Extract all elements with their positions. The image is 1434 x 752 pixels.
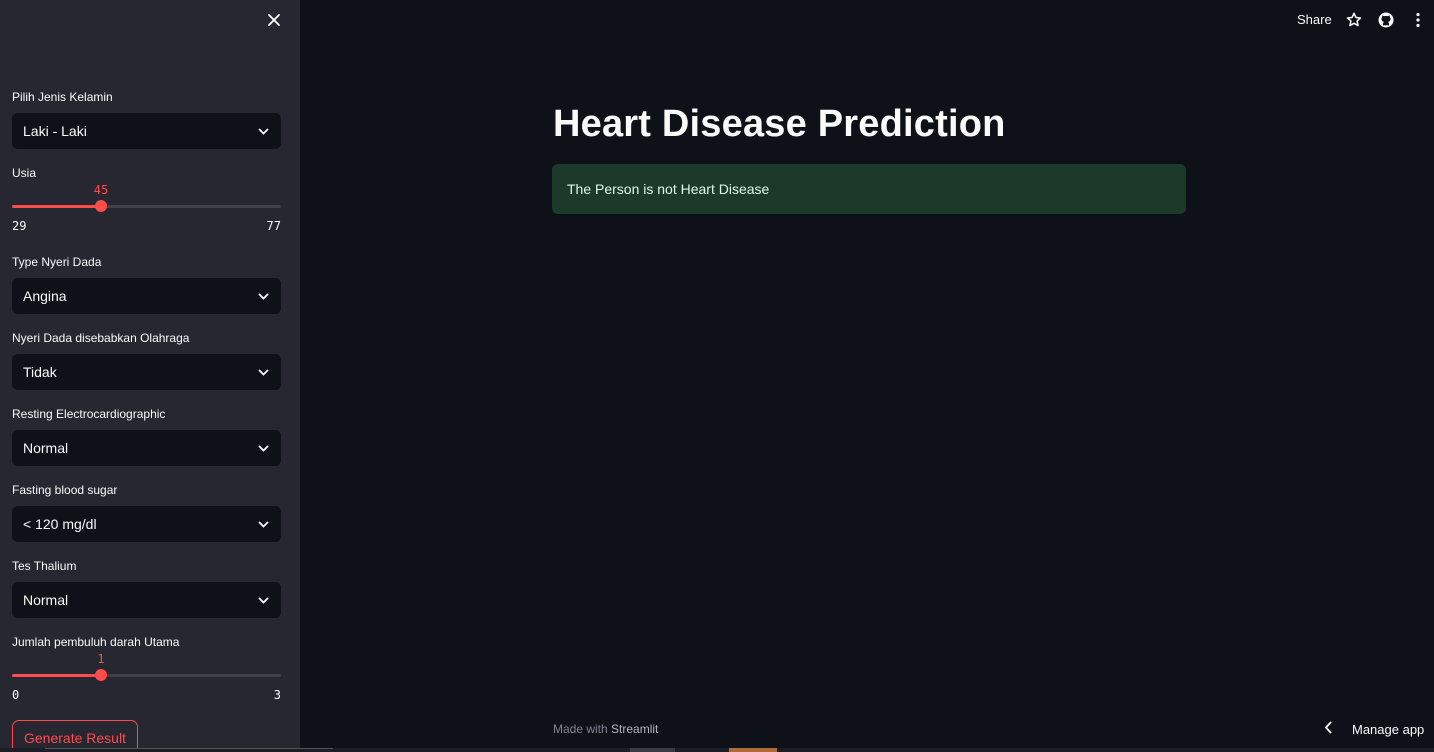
usia-field: Usia 45 29 77 [12,165,281,233]
resting-ecg-field: Resting Electrocardiographic Normal [12,406,281,466]
more-vertical-icon[interactable] [1409,11,1427,29]
fasting-blood-sugar-field: Fasting blood sugar < 120 mg/dl [12,482,281,542]
fasting-blood-sugar-select[interactable]: < 120 mg/dl [12,506,281,542]
manage-app-label: Manage app [1352,721,1425,737]
gender-field: Pilih Jenis Kelamin Laki - Laki [12,89,281,149]
footer: Made with Streamlit [553,722,658,736]
gender-value: Laki - Laki [23,123,87,139]
chevron-left-icon [1324,721,1340,737]
manage-app-button[interactable]: Manage app [1324,720,1424,738]
exercise-angina-field: Nyeri Dada disebabkan Olahraga Tidak [12,330,281,390]
chest-pain-type-field: Type Nyeri Dada Angina [12,254,281,314]
thalium-value: Normal [23,592,69,608]
vessels-label: Jumlah pembuluh darah Utama [12,635,180,649]
vessels-slider-max: 3 [273,688,281,702]
usia-slider-value: 45 [93,183,109,197]
usia-slider[interactable]: 45 29 77 [12,181,281,233]
usia-slider-min: 29 [12,219,27,233]
chevron-down-icon [257,366,269,378]
chest-pain-type-select[interactable]: Angina [12,278,281,314]
resting-ecg-value: Normal [23,440,69,456]
github-icon[interactable] [1377,11,1395,29]
chevron-down-icon [257,594,269,606]
gender-label: Pilih Jenis Kelamin [12,90,113,104]
share-button[interactable]: Share [1297,12,1332,27]
close-icon[interactable] [264,11,284,31]
vessels-slider-value: 1 [97,652,105,666]
vessels-slider[interactable]: 1 0 3 [12,650,281,702]
exercise-angina-label: Nyeri Dada disebabkan Olahraga [12,331,190,345]
thalium-select[interactable]: Normal [12,582,281,618]
usia-slider-thumb[interactable] [95,200,107,212]
gender-select[interactable]: Laki - Laki [12,113,281,149]
usia-slider-fill [12,205,101,208]
chevron-down-icon [257,125,269,137]
page-title: Heart Disease Prediction [553,103,1006,145]
chevron-down-icon [257,442,269,454]
result-success-alert: The Person is not Heart Disease [552,164,1186,214]
bottom-strip-segment [630,748,675,752]
star-icon[interactable] [1345,11,1363,29]
chest-pain-type-value: Angina [23,288,67,304]
bottom-strip-segment [45,748,333,749]
footer-brand-link[interactable]: Streamlit [611,722,658,736]
bottom-strip-segment [729,748,777,752]
vessels-slider-fill [12,674,101,677]
usia-slider-max: 77 [266,219,281,233]
footer-made-with: Made with [553,722,608,736]
exercise-angina-value: Tidak [23,364,57,380]
resting-ecg-select[interactable]: Normal [12,430,281,466]
fasting-blood-sugar-label: Fasting blood sugar [12,483,118,497]
fasting-blood-sugar-value: < 120 mg/dl [23,516,97,532]
usia-label: Usia [12,166,37,180]
chest-pain-type-label: Type Nyeri Dada [12,255,102,269]
chevron-down-icon [257,518,269,530]
vessels-slider-thumb[interactable] [95,669,107,681]
thalium-label: Tes Thalium [12,559,77,573]
vessels-field: Jumlah pembuluh darah Utama 1 0 3 [12,634,281,702]
chevron-down-icon [257,290,269,302]
result-text: The Person is not Heart Disease [567,181,770,197]
exercise-angina-select[interactable]: Tidak [12,354,281,390]
thalium-field: Tes Thalium Normal [12,558,281,618]
resting-ecg-label: Resting Electrocardiographic [12,407,166,421]
sidebar: Pilih Jenis Kelamin Laki - Laki Usia 45 … [0,0,300,752]
vessels-slider-min: 0 [12,688,20,702]
